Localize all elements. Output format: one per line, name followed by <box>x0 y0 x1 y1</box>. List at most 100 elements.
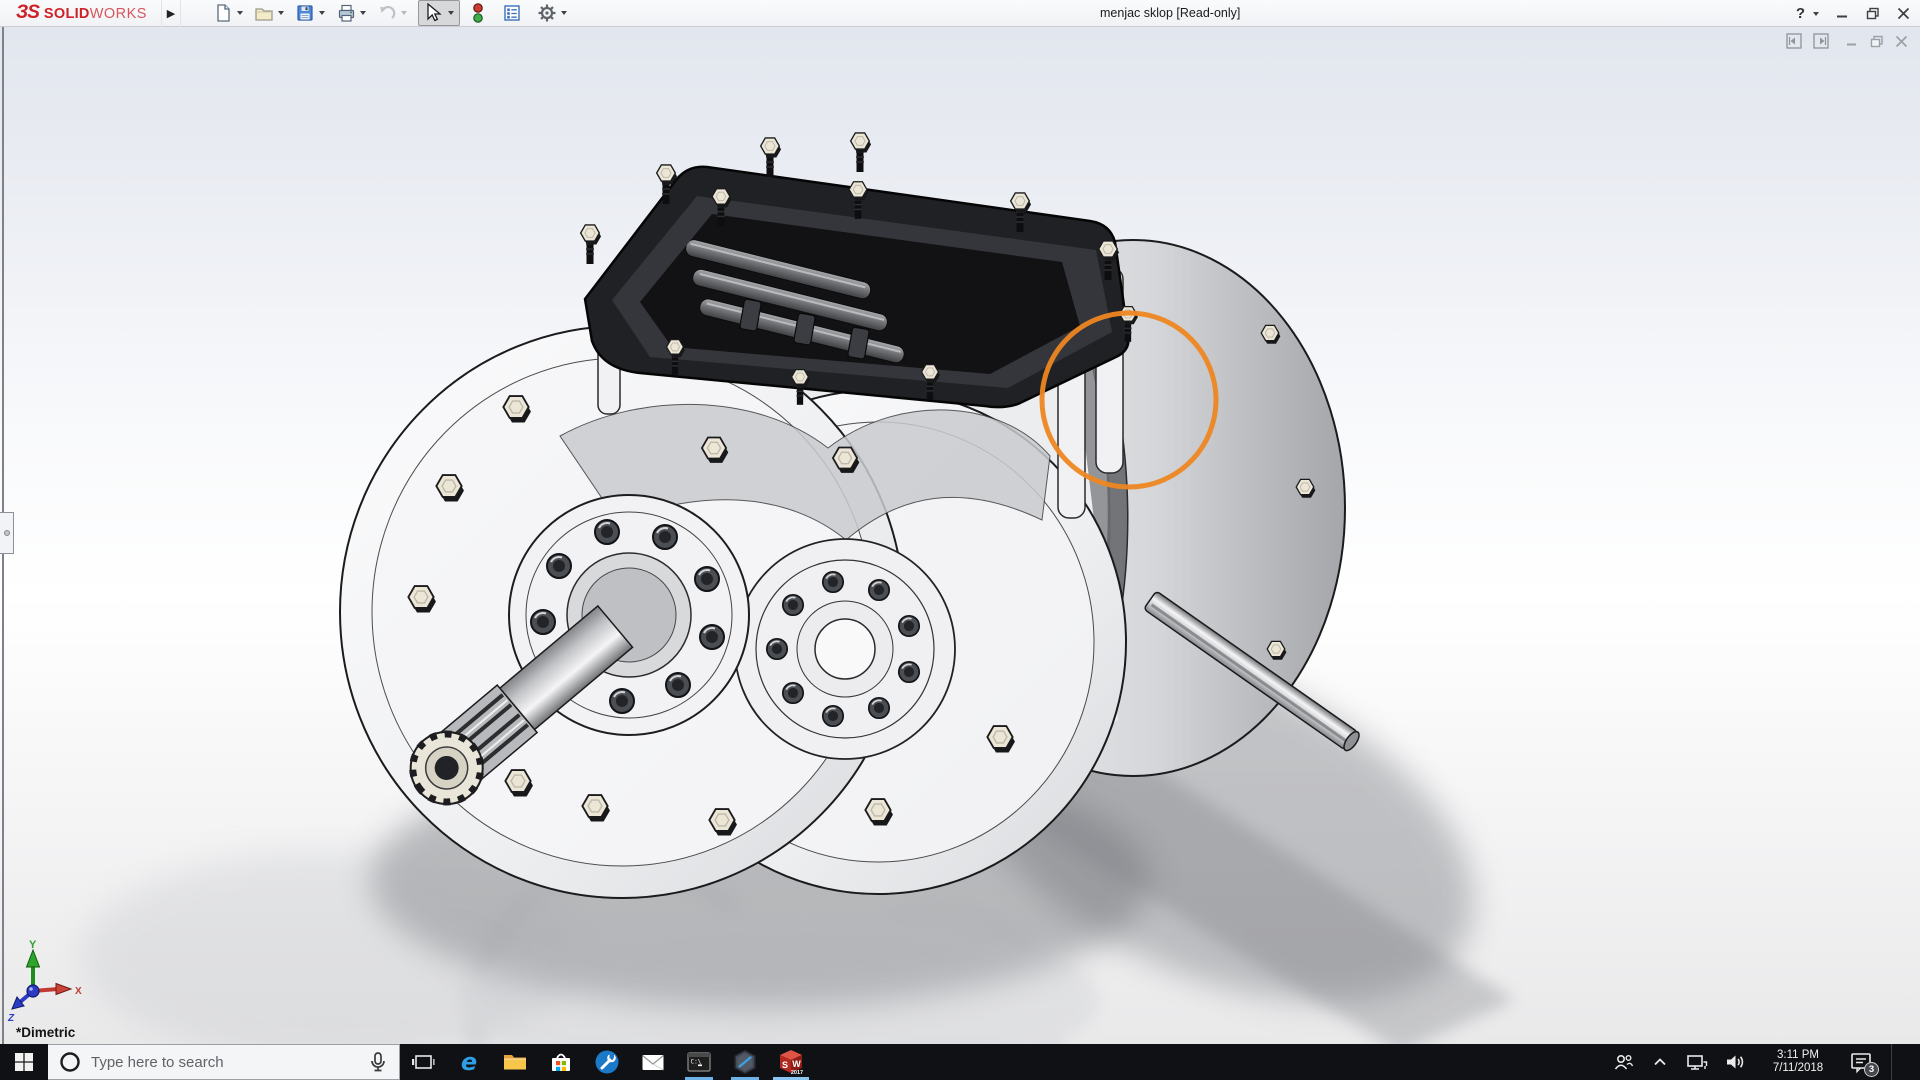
edge-icon: e <box>456 1049 482 1075</box>
taskbar-hexagon-app[interactable] <box>722 1044 768 1080</box>
window-controls: ? <box>1796 0 1910 27</box>
taskbar-empty-space <box>814 1044 1611 1080</box>
options-dropdown[interactable] <box>561 11 567 15</box>
task-view-button[interactable] <box>400 1044 446 1080</box>
open-folder-icon <box>254 3 274 23</box>
triad-x-label: X <box>75 986 82 997</box>
notification-badge: 3 <box>1864 1062 1879 1077</box>
new-document-icon <box>213 3 233 23</box>
clock[interactable]: 3:11 PM 7/11/2018 <box>1763 1049 1833 1075</box>
sw-icon-year: 2017 <box>791 1070 803 1076</box>
start-button[interactable] <box>0 1044 48 1080</box>
taskbar-solidworks[interactable]: S W 2017 <box>768 1044 814 1080</box>
new-document-dropdown[interactable] <box>237 11 243 15</box>
triad-y-label: Y <box>29 939 37 951</box>
cmd-prompt-text: C:\ <box>691 1059 702 1066</box>
task-view-icon <box>411 1050 435 1074</box>
print-icon <box>336 3 356 23</box>
pane-collapse-left-button[interactable] <box>1786 33 1802 49</box>
solidworks-window: ЗS SOLID WORKS ▶ <box>0 0 1920 1080</box>
splitter-handle-dot <box>4 530 10 536</box>
solidworks-logo-mark-icon: ЗS <box>16 2 39 24</box>
solidworks-wordmark-light: WORKS <box>90 6 147 22</box>
pane-expand-right-button[interactable] <box>1813 33 1829 49</box>
top-cover-gasket <box>581 133 1138 407</box>
doc-restore-button[interactable] <box>1870 35 1884 48</box>
taskbar-search[interactable] <box>48 1044 400 1080</box>
print-button[interactable] <box>336 3 366 23</box>
traffic-light-icon <box>471 2 485 24</box>
doc-minimize-button[interactable] <box>1846 35 1859 48</box>
system-tray: 3:11 PM 7/11/2018 3 <box>1611 1044 1920 1080</box>
right-bearing-cover-flange <box>735 539 955 759</box>
save-floppy-icon <box>295 3 315 23</box>
save-button[interactable] <box>295 3 325 23</box>
taskbar-store[interactable] <box>538 1044 584 1080</box>
view-orientation-label: *Dimetric <box>16 1025 75 1040</box>
title-bar: ЗS SOLID WORKS ▶ <box>0 0 1920 27</box>
file-properties-icon <box>502 3 522 23</box>
search-input[interactable] <box>91 1054 369 1071</box>
triad-z-label: Z <box>7 1013 15 1024</box>
restore-button[interactable] <box>1866 7 1880 20</box>
wrench-circle-icon <box>594 1049 620 1075</box>
options-gear-icon <box>537 3 557 23</box>
open-button[interactable] <box>254 3 284 23</box>
quick-access-toolbar <box>213 0 578 26</box>
hexagon-app-icon <box>732 1049 758 1075</box>
edge-letter: e <box>461 1049 477 1075</box>
solidworks-logo: ЗS SOLID WORKS <box>0 2 147 24</box>
document-window-controls <box>1786 33 1908 49</box>
print-dropdown[interactable] <box>360 11 366 15</box>
new-document-button[interactable] <box>213 3 243 23</box>
volume-icon[interactable] <box>1724 1050 1748 1074</box>
clock-time: 3:11 PM <box>1763 1049 1833 1062</box>
save-dropdown[interactable] <box>319 11 325 15</box>
select-cursor-icon <box>424 3 442 23</box>
file-explorer-icon <box>502 1049 528 1075</box>
clock-date: 7/11/2018 <box>1763 1062 1833 1075</box>
feature-tree-collapsed-tab[interactable] <box>0 512 14 554</box>
doc-close-button[interactable] <box>1895 35 1908 48</box>
help-icon: ? <box>1796 5 1805 22</box>
open-dropdown[interactable] <box>278 11 284 15</box>
solidworks-wordmark-bold: SOLID <box>44 6 90 22</box>
taskbar-edge[interactable]: e <box>446 1044 492 1080</box>
windows-taskbar: e <box>0 1044 1920 1080</box>
store-icon <box>548 1049 574 1075</box>
taskbar-settings-tools[interactable] <box>584 1044 630 1080</box>
taskbar-mail[interactable] <box>630 1044 676 1080</box>
undo-button[interactable] <box>377 3 407 23</box>
orientation-triad-icon: Y X Z <box>7 939 82 1024</box>
cortana-search-icon <box>59 1051 81 1073</box>
command-prompt-icon: C:\ <box>686 1049 712 1075</box>
undo-dropdown[interactable] <box>401 11 407 15</box>
sw-icon-w: W <box>792 1059 801 1069</box>
minimize-button[interactable] <box>1836 7 1849 20</box>
people-icon[interactable] <box>1611 1050 1635 1074</box>
undo-icon <box>377 3 397 23</box>
taskbar-apps: e <box>400 1044 814 1080</box>
microphone-icon[interactable] <box>369 1051 387 1073</box>
options-button[interactable] <box>537 3 567 23</box>
sw-icon-s: S <box>782 1060 788 1070</box>
mail-icon <box>640 1049 666 1075</box>
solidworks-2017-icon: S W 2017 <box>777 1048 805 1076</box>
taskbar-file-explorer[interactable] <box>492 1044 538 1080</box>
taskbar-command-prompt[interactable]: C:\ <box>676 1044 722 1080</box>
document-title: menjac sklop [Read-only] <box>1100 0 1240 27</box>
select-tool-dropdown[interactable] <box>448 11 454 15</box>
close-button[interactable] <box>1897 7 1910 20</box>
select-tool-button[interactable] <box>418 0 460 26</box>
action-center-button[interactable]: 3 <box>1848 1049 1874 1075</box>
menu-flyout-arrow-icon[interactable]: ▶ <box>161 0 181 27</box>
show-desktop-divider <box>1891 1044 1892 1080</box>
windows-logo-icon <box>15 1053 33 1071</box>
rebuild-button[interactable] <box>471 2 485 24</box>
network-icon[interactable] <box>1685 1050 1709 1074</box>
gearbox-3d-model: Y X Z <box>0 0 1920 1080</box>
file-properties-button[interactable] <box>502 3 522 23</box>
help-button[interactable]: ? <box>1796 5 1819 22</box>
help-dropdown[interactable] <box>1813 12 1819 16</box>
tray-overflow-chevron-icon[interactable] <box>1650 1052 1670 1072</box>
